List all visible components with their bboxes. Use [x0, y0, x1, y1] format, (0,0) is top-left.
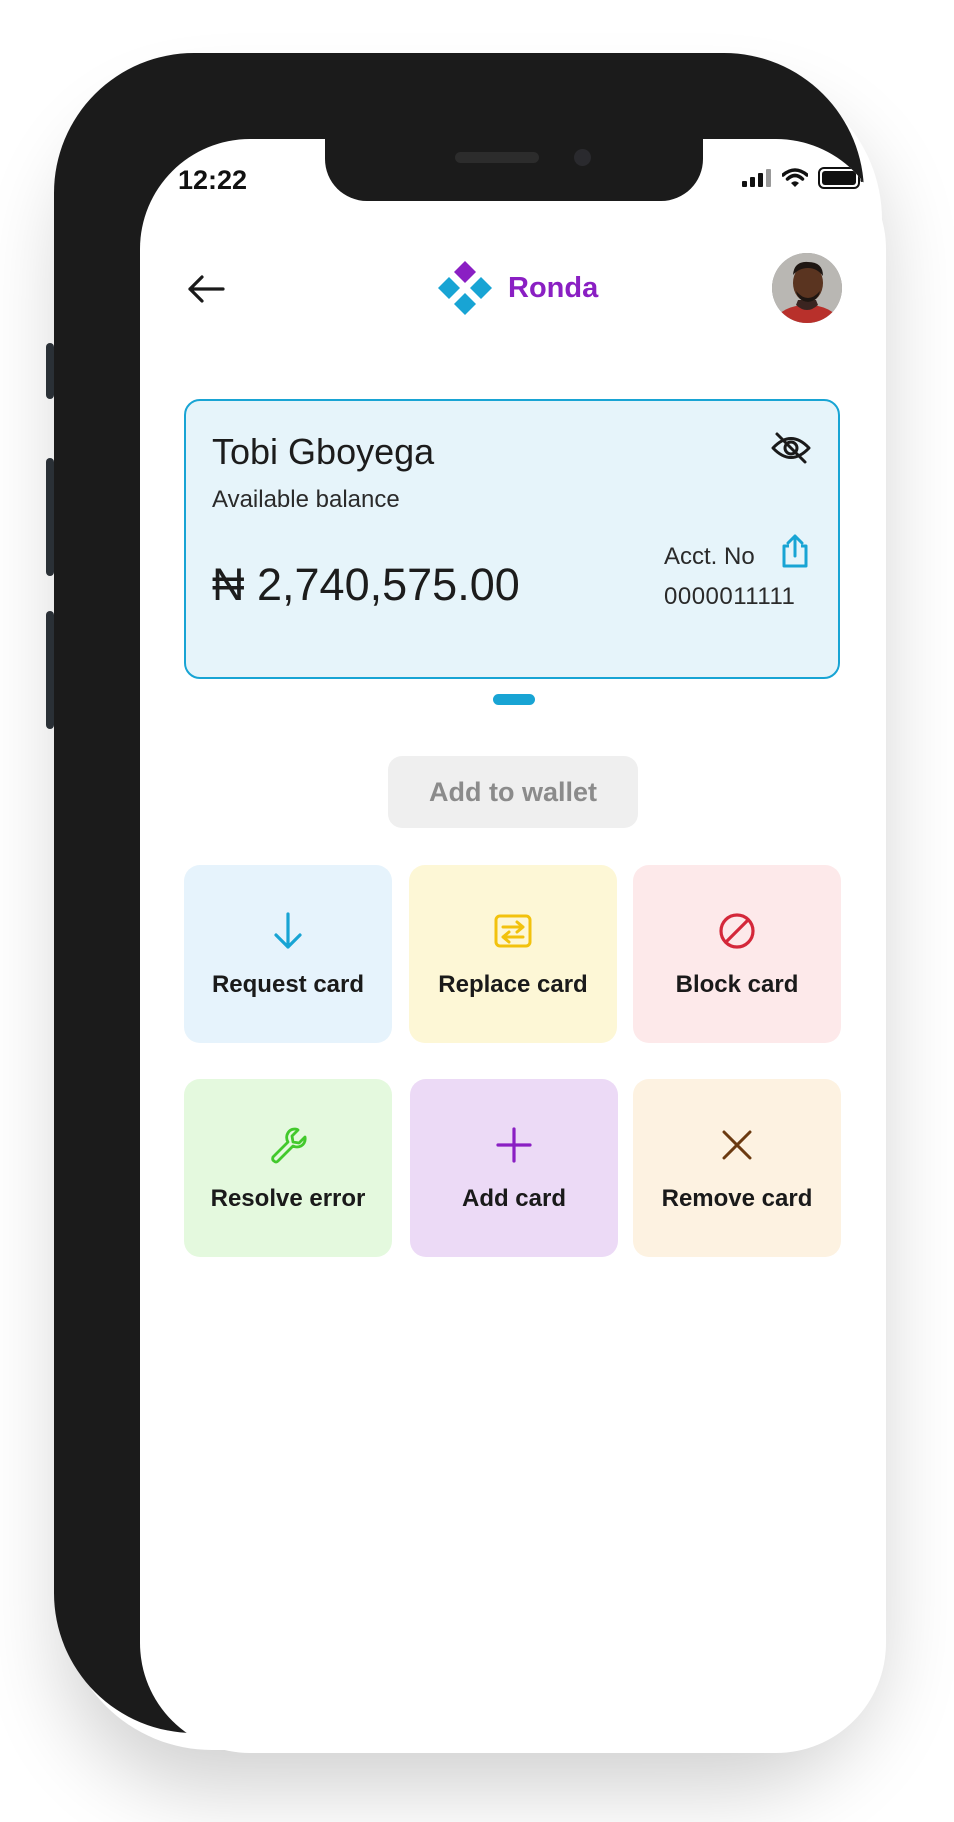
block-card-button[interactable]: Block card: [633, 865, 841, 1043]
brand-name: Ronda: [508, 271, 599, 304]
share-icon: [782, 534, 808, 568]
arrow-left-icon: [188, 275, 225, 303]
request-card-label: Request card: [211, 971, 365, 998]
account-holder-name: Tobi Gboyega: [212, 431, 435, 472]
avatar[interactable]: [772, 253, 842, 323]
avatar-photo: [772, 253, 842, 323]
status-time: 12:22: [178, 165, 248, 195]
balance-amount: ₦ 2,740,575.00: [212, 559, 520, 610]
block-card-label: Block card: [675, 971, 799, 998]
balance-label: Available balance: [212, 486, 400, 513]
remove-card-button[interactable]: Remove card: [633, 1079, 841, 1257]
replace-card-label: Replace card: [438, 971, 588, 998]
hide-balance-button[interactable]: [770, 431, 812, 470]
block-icon: [719, 913, 755, 949]
volume-up-button: [46, 458, 54, 576]
close-icon: [722, 1130, 752, 1160]
cellular-signal-icon: [742, 169, 771, 187]
volume-down-button: [46, 611, 54, 729]
ronda-logo-icon: [438, 261, 492, 315]
account-number: 0000011111: [664, 583, 796, 610]
account-number-label: Acct. No: [664, 543, 755, 570]
swap-icon: [494, 914, 532, 948]
add-card-label: Add card: [461, 1185, 566, 1212]
app-screen: 12:22 Ronda Tobi Gboyega Available balan…: [140, 139, 886, 1753]
card-pager-indicator[interactable]: [493, 694, 535, 705]
account-card: Tobi Gboyega Available balance ₦ 2,740,5…: [184, 399, 840, 679]
brand: Ronda: [436, 259, 598, 317]
speaker: [455, 152, 539, 163]
request-card-button[interactable]: Request card: [184, 865, 392, 1043]
wrench-icon: [271, 1127, 307, 1164]
replace-card-button[interactable]: Replace card: [409, 865, 617, 1043]
arrow-down-icon: [274, 912, 302, 949]
eye-off-icon: [771, 432, 811, 464]
remove-card-label: Remove card: [661, 1185, 813, 1212]
plus-icon: [496, 1127, 532, 1163]
status-icons: [742, 167, 864, 189]
battery-icon: [818, 167, 864, 189]
resolve-error-label: Resolve error: [210, 1185, 366, 1212]
mute-switch: [46, 343, 54, 399]
share-account-button[interactable]: [780, 533, 810, 574]
front-camera: [574, 149, 591, 166]
wifi-icon: [782, 168, 808, 187]
phone-frame: 12:22 Ronda Tobi Gboyega Available balan…: [46, 53, 886, 1753]
resolve-error-button[interactable]: Resolve error: [184, 1079, 392, 1257]
back-button[interactable]: [184, 267, 228, 311]
add-card-button[interactable]: Add card: [410, 1079, 618, 1257]
notch: [325, 139, 703, 201]
add-to-wallet-button[interactable]: Add to wallet: [388, 756, 638, 828]
